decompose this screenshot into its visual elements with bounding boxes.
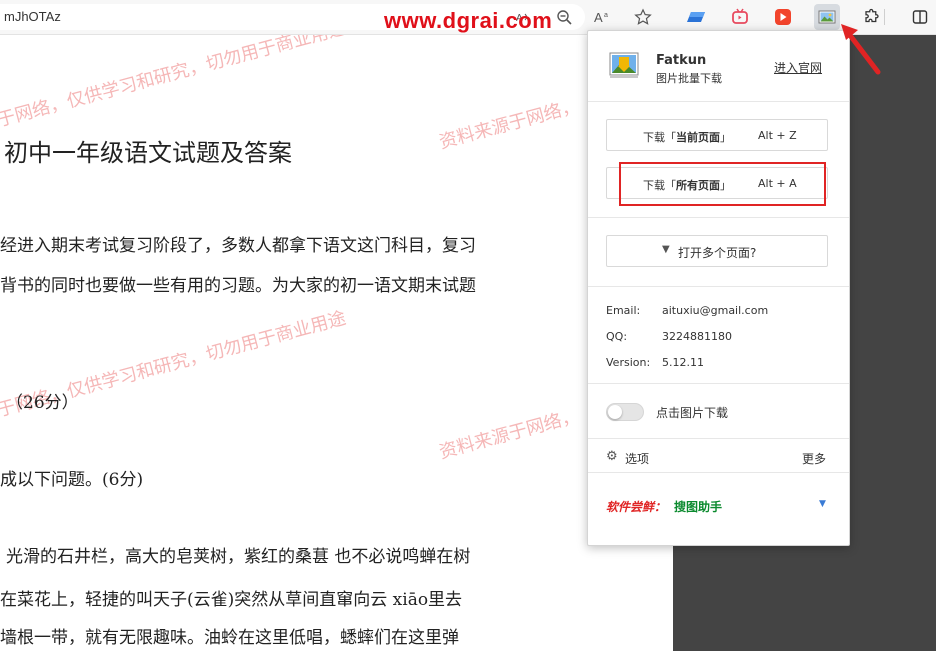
gear-icon[interactable]: ⚙ bbox=[606, 449, 618, 464]
qq-key: QQ: bbox=[606, 330, 628, 343]
fatkun-extension-icon[interactable] bbox=[814, 4, 840, 30]
popup-header: Fatkun 图片批量下载 进入官网 bbox=[588, 31, 849, 102]
caret-down-icon[interactable]: ▼ bbox=[819, 499, 826, 509]
caret-down-icon: ▼ bbox=[662, 244, 670, 255]
official-site-link[interactable]: 进入官网 bbox=[774, 59, 822, 76]
divider bbox=[588, 286, 849, 287]
app-name: Fatkun bbox=[656, 53, 707, 68]
version-value: 5.12.11 bbox=[662, 356, 704, 369]
divider bbox=[588, 438, 849, 439]
open-multiple-pages-button[interactable]: ▼ 打开多个页面? bbox=[606, 235, 828, 267]
email-value: aituxiu@gmail.com bbox=[662, 304, 769, 317]
toggle-knob bbox=[608, 405, 622, 419]
open-multiple-label: 打开多个页面? bbox=[678, 246, 757, 260]
annotation-arrow-icon bbox=[841, 24, 881, 75]
text-aa-icon[interactable]: Aa bbox=[590, 4, 616, 30]
web-page: 于网络，仅供学习和研究，切勿用于商业用途 资料来源于网络， 于网络，仅供学习和研… bbox=[0, 35, 673, 651]
divider bbox=[588, 472, 849, 473]
watermark-text: 于网络，仅供学习和研究，切勿用于商业用途 bbox=[0, 35, 349, 132]
split-screen-icon[interactable] bbox=[907, 4, 933, 30]
options-link[interactable]: 选项 bbox=[625, 450, 649, 467]
zoom-out-icon[interactable] bbox=[551, 4, 577, 30]
divider bbox=[588, 217, 849, 218]
extension-video-icon[interactable] bbox=[770, 4, 796, 30]
fatkun-popup: Fatkun 图片批量下载 进入官网 下载「当前页面」 Alt + Z 下载「所… bbox=[587, 30, 850, 546]
extension-blue-icon[interactable] bbox=[684, 4, 710, 30]
download-current-page-button[interactable]: 下载「当前页面」 Alt + Z bbox=[606, 119, 828, 151]
fatkun-logo-icon bbox=[609, 52, 639, 78]
article-paragraph: 光滑的石井栏，高大的皂荚树，紫红的桑葚 也不必说鸣蝉在树 bbox=[6, 547, 471, 567]
app-subtitle: 图片批量下载 bbox=[656, 72, 722, 85]
click-download-toggle[interactable] bbox=[606, 403, 644, 421]
article-paragraph: 墙根一带，就有无限趣味。油蛉在这里低唱，蟋蟀们在这里弹 bbox=[0, 628, 459, 648]
address-text[interactable]: mJhOTAz bbox=[4, 9, 61, 24]
shortcut-label: Alt + Z bbox=[758, 129, 797, 142]
toggle-label: 点击图片下载 bbox=[656, 406, 729, 420]
highlight-box bbox=[619, 162, 826, 206]
watermark-text: 资料来源于网络， bbox=[437, 405, 582, 464]
more-link[interactable]: 更多 bbox=[802, 450, 826, 467]
promo-label: 软件尝鲜： bbox=[606, 500, 667, 514]
divider bbox=[588, 383, 849, 384]
svg-text:a: a bbox=[604, 12, 608, 19]
article-paragraph: 在菜花上，轻捷的叫天子(云雀)突然从草间直窜向云 xiāo里去 bbox=[0, 590, 463, 610]
version-key: Version: bbox=[606, 356, 651, 369]
article-paragraph: 经进入期末考试复习阶段了，多数人都拿下语文这门科目，复习 bbox=[0, 236, 476, 256]
article-paragraph: （26分） bbox=[6, 393, 79, 413]
extension-tv-icon[interactable] bbox=[727, 4, 753, 30]
download-current-label: 下载「当前页面」 bbox=[643, 131, 731, 144]
promo-app-link[interactable]: 搜图助手 bbox=[674, 498, 722, 515]
article-title: 初中一年级语文试题及答案 bbox=[4, 139, 292, 167]
watermark-site: www.dgrai.com bbox=[384, 8, 553, 33]
toolbar-separator bbox=[884, 9, 885, 25]
watermark-text: 资料来源于网络， bbox=[437, 95, 582, 154]
svg-text:A: A bbox=[594, 10, 603, 25]
article-paragraph: 背书的同时也要做一些有用的习题。为大家的初一语文期末试题 bbox=[0, 276, 476, 296]
article-paragraph: 成以下问题。(6分) bbox=[0, 470, 144, 490]
qq-value: 3224881180 bbox=[662, 330, 732, 343]
favorite-star-icon[interactable] bbox=[630, 4, 656, 30]
email-key: Email: bbox=[606, 304, 641, 317]
